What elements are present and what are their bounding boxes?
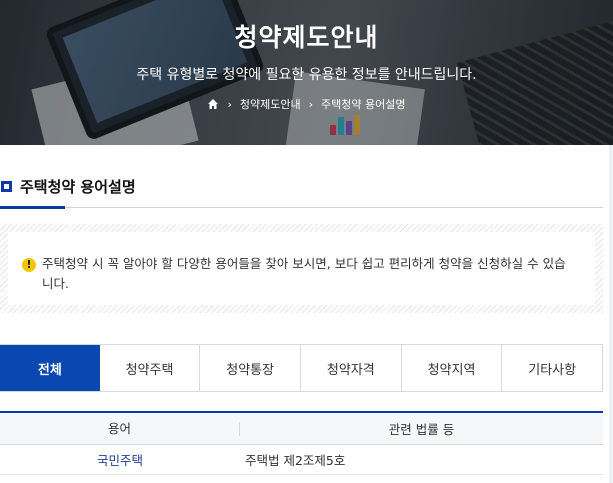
- table-row: 국민주택 주택법 제2조제5호: [0, 445, 603, 475]
- terms-table: 용어 관련 법률 등 국민주택 주택법 제2조제5호: [0, 411, 603, 475]
- law-reference: 주택법 제2조제5호: [245, 453, 346, 468]
- page-subtitle: 주택 유형별로 청약에 필요한 유용한 정보를 안내드립니다.: [136, 67, 477, 83]
- home-icon[interactable]: [207, 98, 219, 110]
- square-bullet-icon: [1, 180, 12, 192]
- table-header: 용어 관련 법률 등: [0, 413, 603, 445]
- chevron-right-icon: ›: [308, 97, 314, 111]
- tab-account[interactable]: 청약통장: [200, 345, 302, 391]
- notice-text: 주택청약 시 꼭 알아야 할 다양한 용어들을 찾아 보시면, 보다 쉽고 편리…: [42, 256, 566, 291]
- breadcrumb-item-current[interactable]: 주택청약 용어설명: [321, 96, 405, 112]
- term-link[interactable]: 국민주택: [0, 450, 240, 469]
- tab-housing[interactable]: 청약주택: [99, 345, 201, 391]
- section-heading: 주택청약 용어설명: [0, 176, 136, 196]
- section-title: 주택청약 용어설명: [20, 177, 136, 196]
- column-header-term: 용어: [0, 421, 240, 436]
- category-tabs: 전체 청약주택 청약통장 청약자격 청약지역 기타사항: [0, 344, 604, 392]
- section-divider: [0, 207, 603, 208]
- notice-box: ! 주택청약 시 꼭 알아야 할 다양한 용어들을 찾아 보시면, 보다 쉽고 …: [0, 224, 603, 313]
- tab-qualification[interactable]: 청약자격: [301, 345, 402, 391]
- breadcrumb: › 청약제도안내 › 주택청약 용어설명: [0, 96, 613, 112]
- column-header-law: 관련 법률 등: [388, 422, 455, 437]
- hero-banner: 청약제도안내 주택 유형별로 청약에 필요한 유용한 정보를 안내드립니다. ›…: [0, 0, 613, 145]
- tab-region[interactable]: 청약지역: [401, 345, 503, 391]
- breadcrumb-item[interactable]: 청약제도안내: [240, 96, 301, 112]
- warning-icon: !: [22, 258, 36, 272]
- page-title: 청약제도안내: [234, 23, 379, 52]
- tab-etc[interactable]: 기타사항: [502, 345, 604, 391]
- tab-all[interactable]: 전체: [0, 345, 100, 391]
- scrollbar[interactable]: [609, 145, 613, 483]
- notice-inner: ! 주택청약 시 꼭 알아야 할 다양한 용어들을 찾아 보시면, 보다 쉽고 …: [8, 232, 595, 305]
- section-divider-accent: [0, 206, 65, 209]
- chevron-right-icon: ›: [227, 97, 232, 111]
